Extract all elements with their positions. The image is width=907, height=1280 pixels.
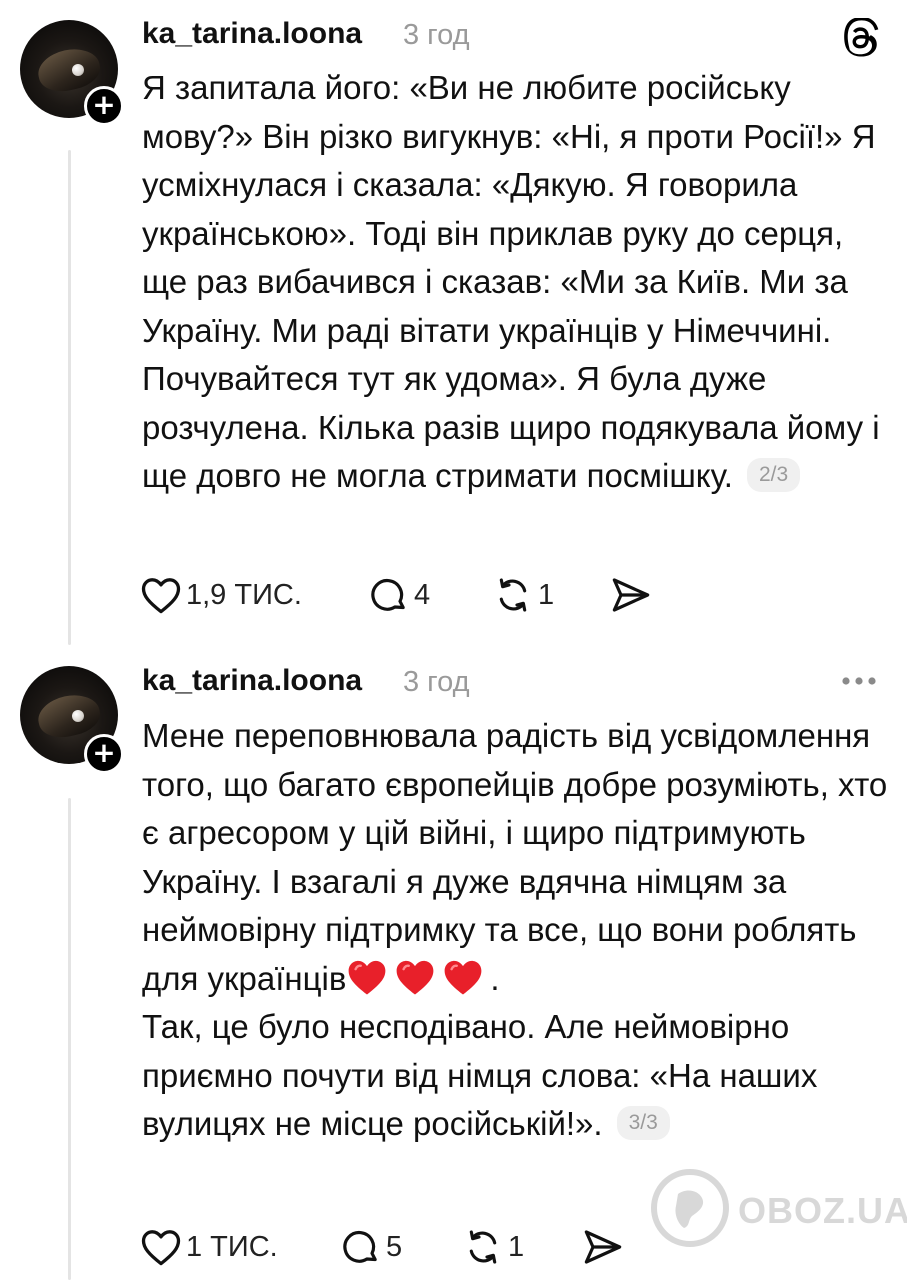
red-heart-emoji <box>348 960 386 995</box>
thread-post-1: + ka_tarina.loona 3 год Я запитала його:… <box>0 0 907 648</box>
heart-outline-icon <box>141 1230 181 1266</box>
share-button[interactable] <box>608 570 654 620</box>
reply-button[interactable]: 5 <box>340 1222 402 1272</box>
more-horizontal-icon[interactable] <box>838 666 880 696</box>
heart-outline-icon <box>141 578 181 614</box>
repost-arrows-icon <box>499 578 527 612</box>
post-text-part-2: Так, це було несподівано. Але неймовірно… <box>142 1008 818 1142</box>
action-bar: 1 ТИС. 5 1 <box>140 1222 660 1272</box>
username[interactable]: ka_tarina.loona <box>142 17 362 51</box>
action-bar: 1,9 ТИС. 4 1 <box>140 570 700 620</box>
thread-pager: 2/3 <box>746 458 801 493</box>
post-text-part-1-end: . <box>490 959 500 997</box>
watermark-text: OBOZ.UA <box>738 1190 907 1231</box>
share-button[interactable] <box>580 1222 626 1272</box>
repost-button[interactable]: 1 <box>462 1222 524 1272</box>
follow-plus-icon[interactable]: + <box>84 86 124 126</box>
like-button[interactable]: 1 ТИС. <box>140 1222 278 1272</box>
reply-button[interactable]: 4 <box>368 570 430 620</box>
post-text-part-1: Мене переповнювала радість від усвідомле… <box>142 717 888 997</box>
red-heart-emoji <box>444 960 482 995</box>
like-count: 1 ТИС. <box>186 1230 278 1263</box>
reply-count: 5 <box>386 1230 403 1263</box>
repost-arrows-icon <box>469 1230 497 1264</box>
repost-count: 1 <box>508 1230 525 1263</box>
repost-count: 1 <box>538 578 555 611</box>
post-body: Я запитала його: «Ви не любите російську… <box>142 64 892 501</box>
watermark-globe-icon <box>651 1169 729 1247</box>
thread-connector-line <box>68 150 71 645</box>
username[interactable]: ka_tarina.loona <box>142 664 362 698</box>
like-button[interactable]: 1,9 ТИС. <box>140 570 302 620</box>
like-count: 1,9 ТИС. <box>186 578 302 611</box>
post-text: Я запитала його: «Ви не любите російську… <box>142 69 880 494</box>
paper-plane-icon <box>584 1230 622 1264</box>
thread-connector-line <box>68 798 71 1280</box>
pearl-image <box>72 710 84 722</box>
threads-logo-icon[interactable] <box>840 18 880 58</box>
thread-pager: 3/3 <box>616 1106 670 1141</box>
pearl-image <box>72 64 84 76</box>
speech-bubble-icon <box>343 1230 377 1263</box>
shell-image <box>34 689 104 743</box>
post-time: 3 год <box>403 19 470 51</box>
post-time: 3 год <box>403 666 470 698</box>
post-body: Мене переповнювала радість від усвідомле… <box>142 712 892 1149</box>
watermark: OBOZ.UA <box>648 1166 907 1256</box>
reply-count: 4 <box>414 578 431 611</box>
repost-button[interactable]: 1 <box>492 570 554 620</box>
paper-plane-icon <box>612 578 650 612</box>
follow-plus-icon[interactable]: + <box>84 734 124 774</box>
speech-bubble-icon <box>371 578 405 611</box>
red-heart-emoji <box>396 960 434 995</box>
